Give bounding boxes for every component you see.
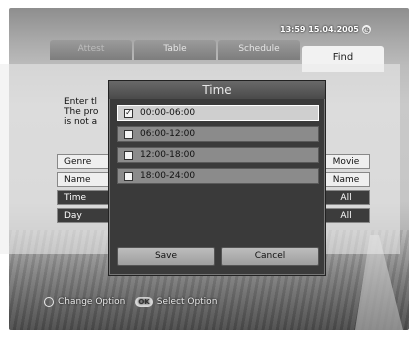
option-label: 00:00-06:00 bbox=[140, 108, 196, 118]
field-genre-value[interactable]: Movie bbox=[322, 154, 370, 169]
field-day-value[interactable]: All bbox=[322, 208, 370, 223]
checkbox-icon[interactable] bbox=[124, 171, 133, 181]
dialog-buttons: Save Cancel bbox=[117, 247, 319, 266]
field-day[interactable]: Day bbox=[57, 208, 113, 223]
tab-schedule[interactable]: Schedule bbox=[218, 40, 300, 60]
option-label: 12:00-18:00 bbox=[140, 150, 196, 160]
tab-table[interactable]: Table bbox=[134, 40, 216, 60]
field-name-label: Name bbox=[57, 172, 113, 187]
footer-help: Change Option OK Select Option bbox=[44, 297, 217, 307]
status-clock: 13:59 15.04.2005 ◷ bbox=[280, 25, 371, 34]
navigation-ring-icon bbox=[44, 297, 54, 307]
time-option-1200-1800[interactable]: 12:00-18:00 bbox=[117, 147, 319, 163]
clock-icon: ◷ bbox=[361, 25, 371, 34]
dialog-title: Time bbox=[109, 81, 325, 99]
select-option-hint: Select Option bbox=[156, 297, 218, 307]
ok-button-icon: OK bbox=[135, 297, 153, 307]
time-dialog: Time ✓ 00:00-06:00 06:00-12:00 12:00-18:… bbox=[108, 80, 326, 276]
checkbox-icon[interactable] bbox=[124, 129, 133, 139]
field-name-value[interactable]: Name bbox=[322, 172, 370, 187]
time-option-0600-1200[interactable]: 06:00-12:00 bbox=[117, 126, 319, 142]
time-option-1800-2400[interactable]: 18:00-24:00 bbox=[117, 168, 319, 184]
field-name[interactable]: Name bbox=[57, 172, 113, 187]
field-genre[interactable]: Genre bbox=[57, 154, 113, 169]
option-label: 18:00-24:00 bbox=[140, 171, 196, 181]
change-option-hint: Change Option bbox=[58, 297, 126, 307]
field-day-label: Day bbox=[57, 208, 113, 223]
checkbox-icon[interactable] bbox=[124, 150, 133, 160]
field-time-value[interactable]: All bbox=[322, 190, 370, 205]
field-genre-label: Genre bbox=[57, 154, 113, 169]
tab-attest[interactable]: Attest bbox=[50, 40, 132, 60]
option-label: 06:00-12:00 bbox=[140, 129, 196, 139]
tab-bar: Attest Table Schedule Find bbox=[50, 40, 386, 72]
time-option-0000-0600[interactable]: ✓ 00:00-06:00 bbox=[117, 105, 319, 121]
clock-datetime: 13:59 15.04.2005 bbox=[280, 25, 359, 34]
time-options-list: ✓ 00:00-06:00 06:00-12:00 12:00-18:00 18… bbox=[117, 105, 319, 189]
checkbox-checked-icon[interactable]: ✓ bbox=[124, 108, 133, 118]
field-time[interactable]: Time bbox=[57, 190, 113, 205]
field-time-label: Time bbox=[57, 190, 113, 205]
save-button[interactable]: Save bbox=[117, 247, 215, 266]
cancel-button[interactable]: Cancel bbox=[221, 247, 319, 266]
